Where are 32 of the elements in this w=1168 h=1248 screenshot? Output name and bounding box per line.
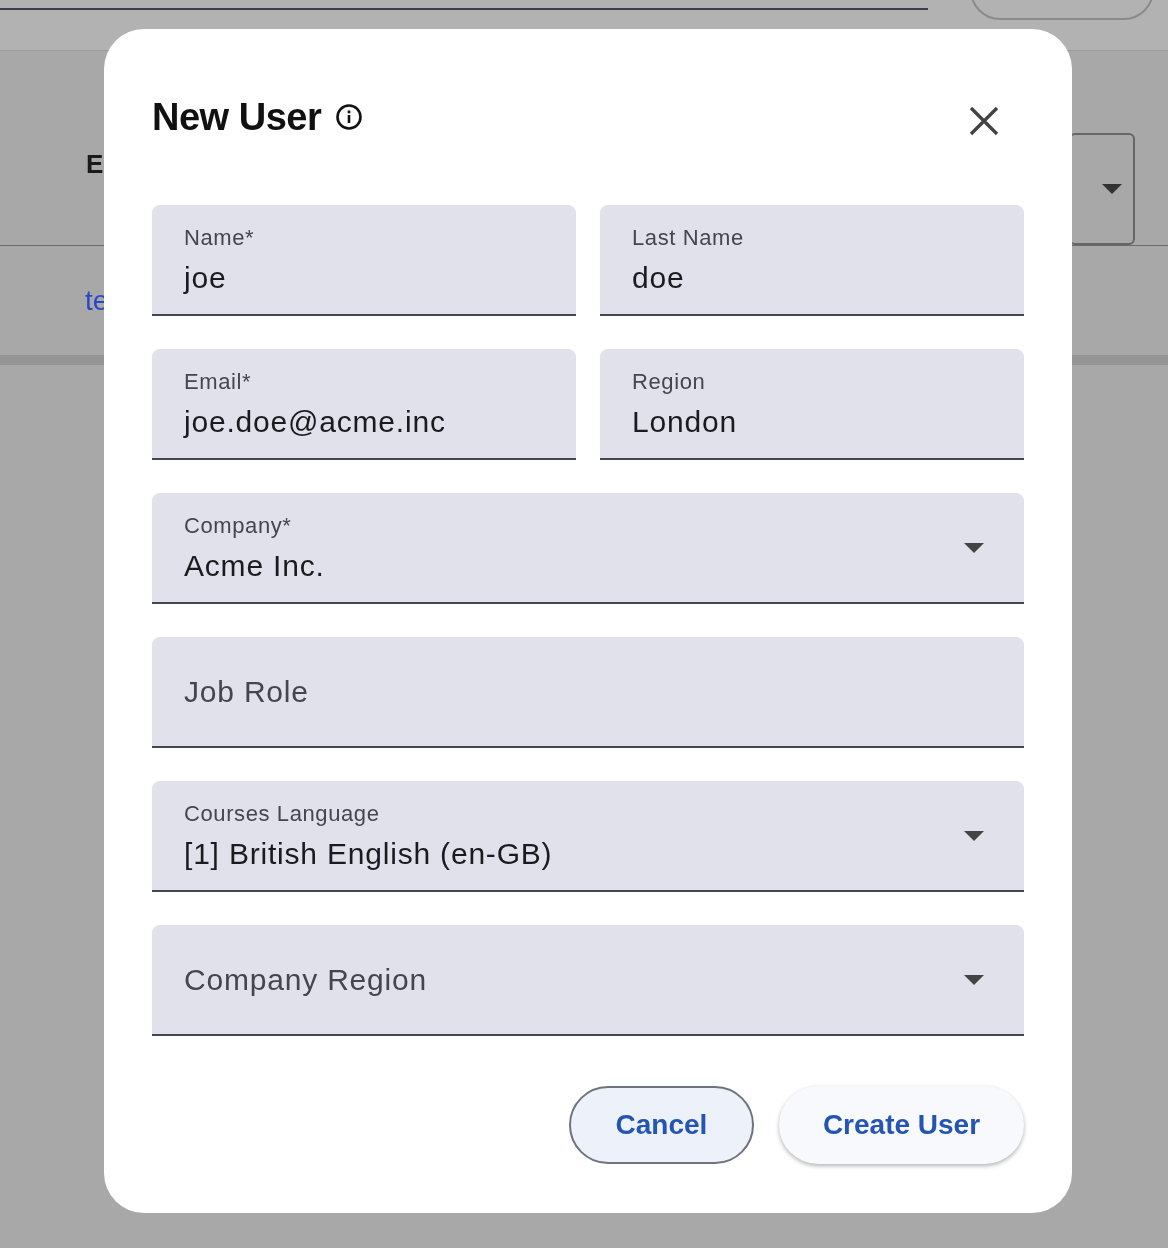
field-label: Name* (184, 224, 256, 251)
field-label: Email* (184, 368, 253, 395)
create-button[interactable]: Create User (779, 1086, 1024, 1164)
field-value: doe (632, 260, 686, 295)
field-label: Company Region (184, 962, 428, 997)
caret-icon (964, 830, 984, 841)
dropdown-field[interactable]: Company* Acme Inc. (152, 493, 1024, 604)
cancel-button[interactable]: Cancel (569, 1086, 754, 1164)
input-field[interactable]: Name* joe (152, 205, 576, 316)
dropdown-field[interactable]: Courses Language [1] British English (en-GB) (152, 781, 1024, 892)
field-value: [1] British English (en-GB) (184, 836, 554, 871)
caret-icon (964, 974, 984, 985)
field-value: joe (184, 260, 228, 295)
close-icon[interactable] (969, 106, 999, 136)
input-field[interactable]: Region London (600, 349, 1024, 460)
field-label: Courses Language (184, 800, 381, 827)
section-heading: E (86, 149, 104, 180)
field-label: Last Name (632, 224, 745, 251)
field-label: Company* (184, 512, 293, 539)
dropdown-field[interactable]: Company Region (152, 925, 1024, 1036)
info-icon[interactable] (335, 103, 364, 131)
dialog-title: New User (152, 95, 322, 139)
field-value: joe.doe@acme.inc (184, 404, 447, 439)
field-label: Job Role (184, 674, 310, 709)
field-value: Acme Inc. (184, 548, 326, 583)
caret-icon (964, 542, 984, 553)
input-field[interactable]: Email* joe.doe@acme.inc (152, 349, 576, 460)
caret-icon (1102, 184, 1122, 194)
field-value: London (632, 404, 738, 439)
input-field[interactable]: Last Name doe (600, 205, 1024, 316)
input-field[interactable]: Job Role (152, 637, 1024, 748)
field-label: Region (632, 368, 707, 395)
